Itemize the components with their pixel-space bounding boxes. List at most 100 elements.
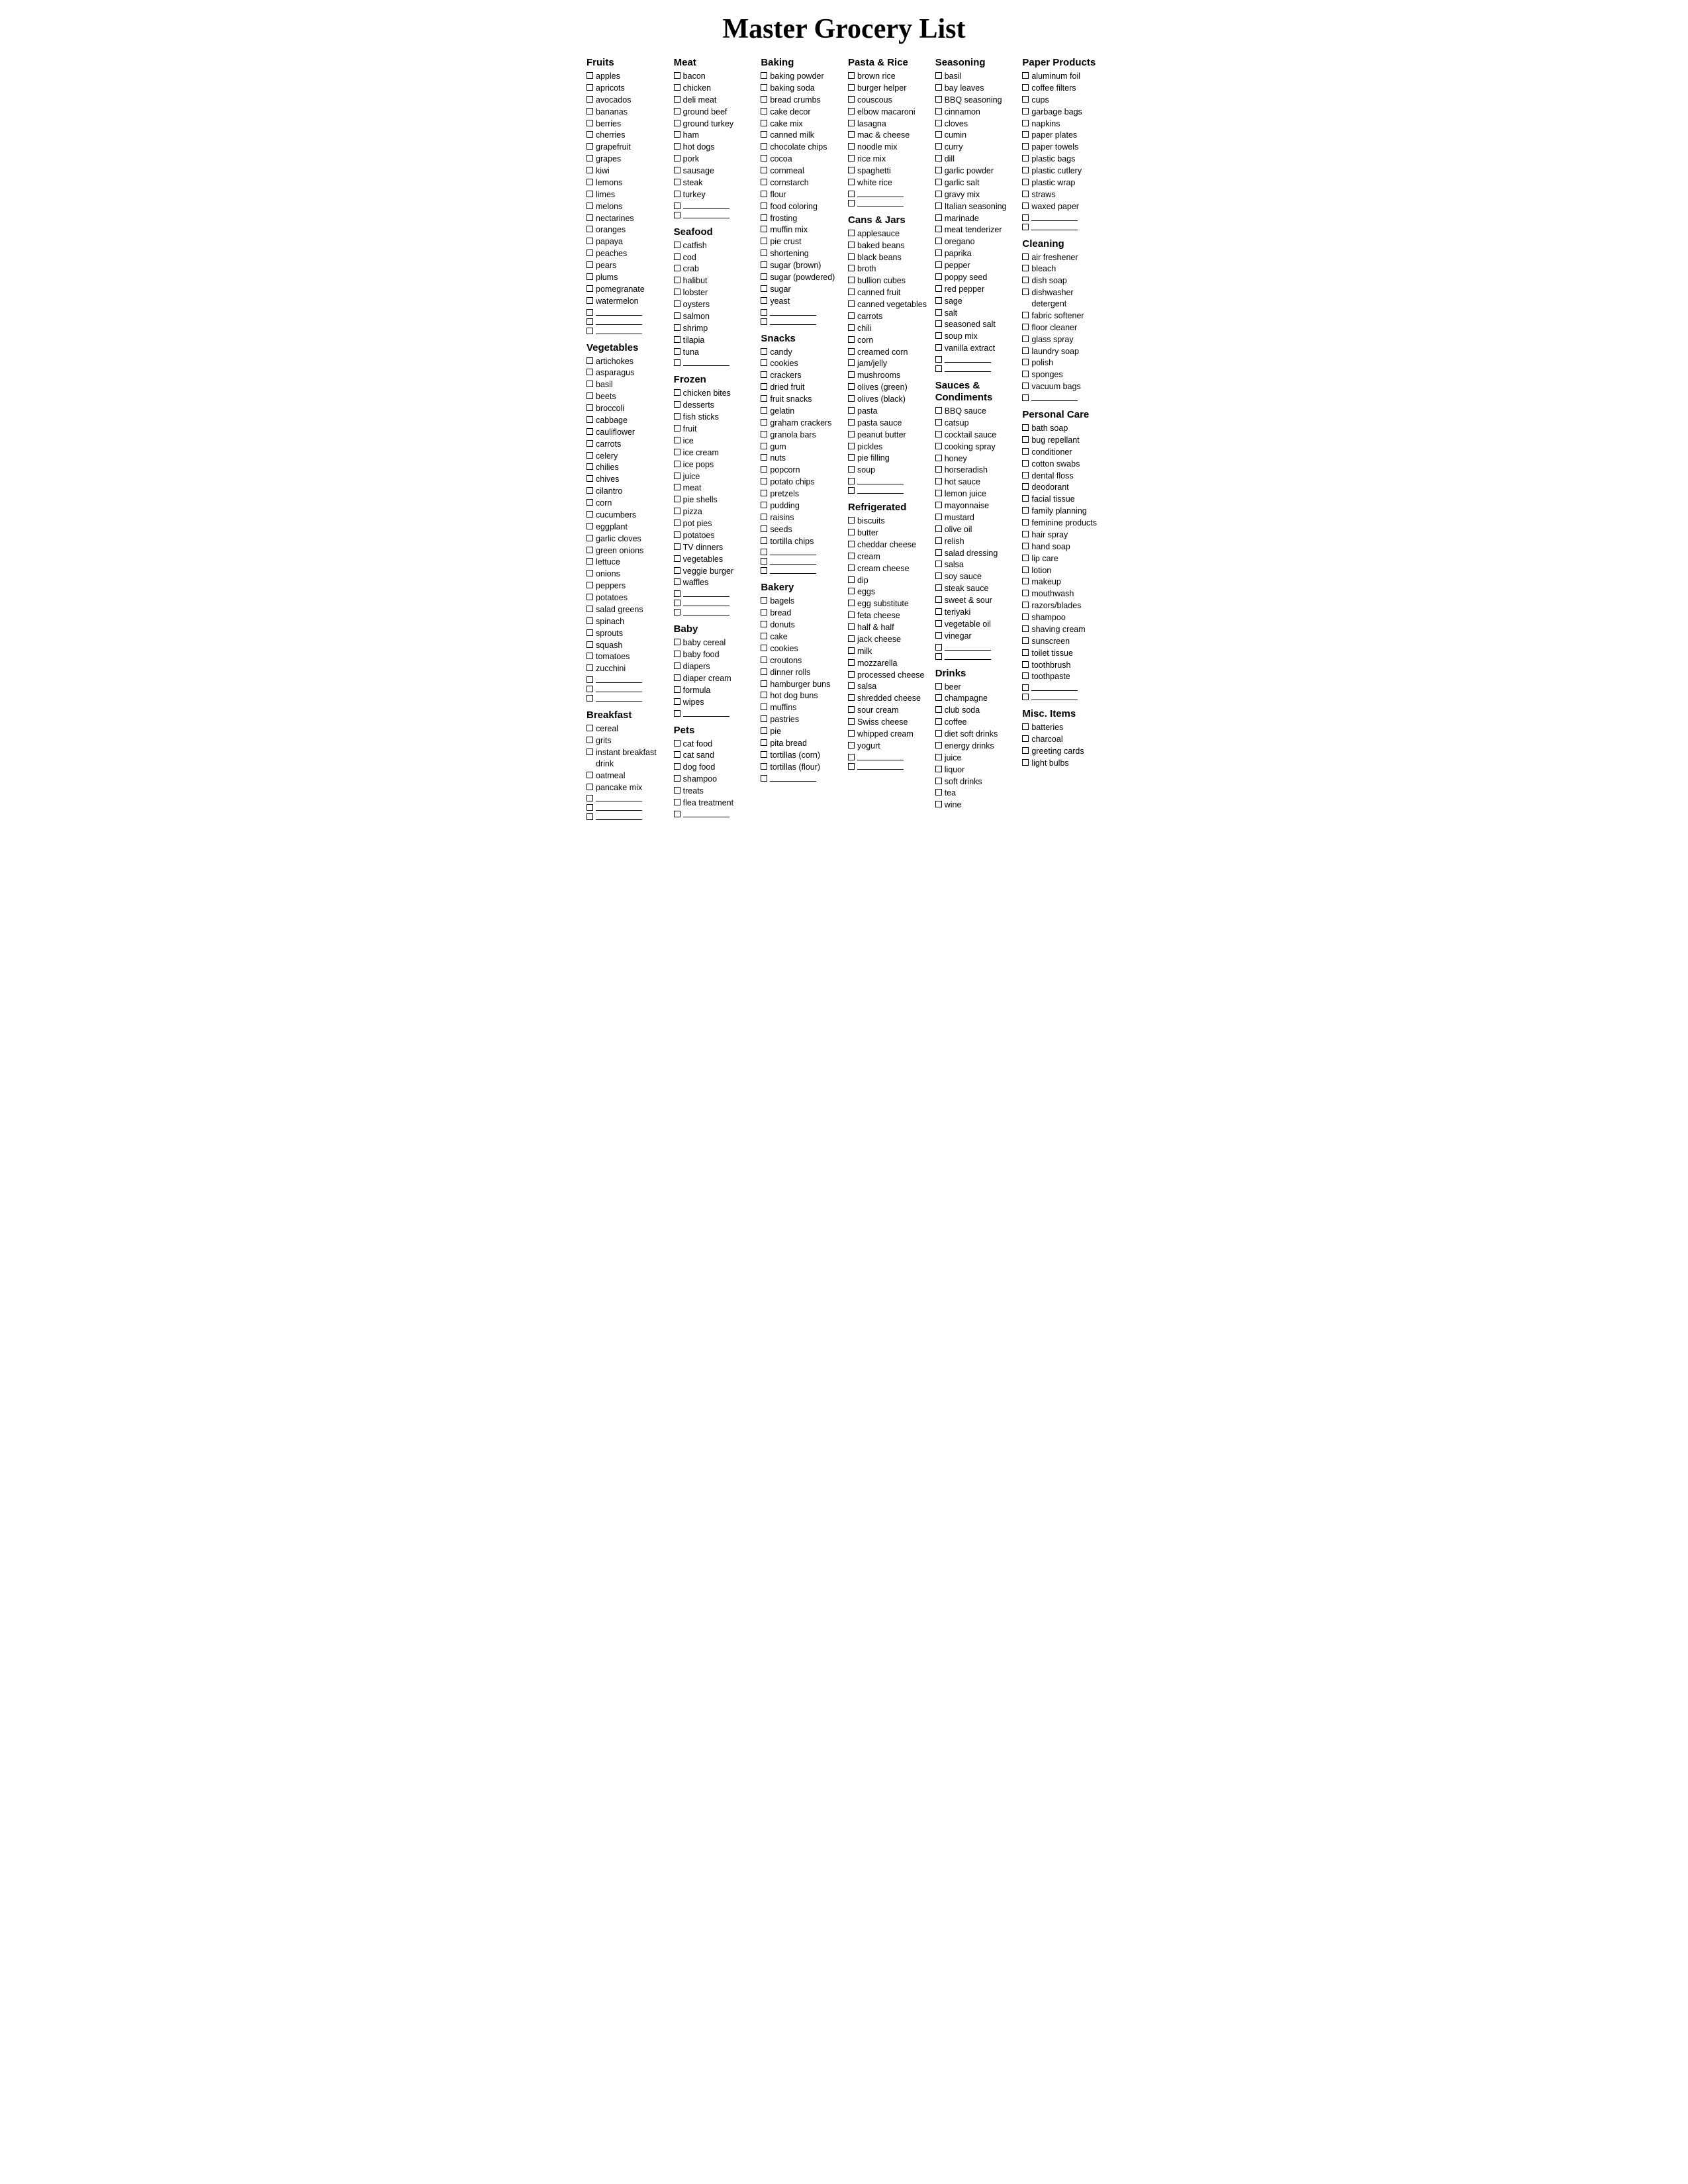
checkbox[interactable] <box>674 520 680 526</box>
checkbox[interactable] <box>586 214 593 221</box>
checkbox[interactable] <box>848 383 855 390</box>
checkbox[interactable] <box>586 749 593 755</box>
checkbox[interactable] <box>674 698 680 705</box>
checkbox[interactable] <box>674 120 680 126</box>
checkbox[interactable] <box>935 537 942 544</box>
checkbox[interactable] <box>848 635 855 642</box>
checkbox[interactable] <box>761 407 767 414</box>
checkbox[interactable] <box>674 437 680 443</box>
checkbox[interactable] <box>848 706 855 713</box>
checkbox[interactable] <box>586 297 593 304</box>
checkbox[interactable] <box>935 525 942 532</box>
checkbox[interactable] <box>586 629 593 636</box>
blank-checkbox[interactable] <box>848 200 855 206</box>
checkbox[interactable] <box>848 289 855 295</box>
checkbox[interactable] <box>674 96 680 103</box>
blank-checkbox[interactable] <box>586 804 593 811</box>
checkbox[interactable] <box>935 179 942 185</box>
checkbox[interactable] <box>848 371 855 378</box>
checkbox[interactable] <box>848 443 855 449</box>
checkbox[interactable] <box>935 478 942 484</box>
checkbox[interactable] <box>935 431 942 437</box>
checkbox[interactable] <box>761 226 767 232</box>
checkbox[interactable] <box>674 167 680 173</box>
blank-checkbox[interactable] <box>1022 684 1029 691</box>
checkbox[interactable] <box>674 324 680 331</box>
checkbox[interactable] <box>848 565 855 571</box>
checkbox[interactable] <box>1022 72 1029 79</box>
checkbox[interactable] <box>586 664 593 671</box>
checkbox[interactable] <box>935 742 942 749</box>
checkbox[interactable] <box>761 120 767 126</box>
checkbox[interactable] <box>761 131 767 138</box>
checkbox[interactable] <box>1022 143 1029 150</box>
checkbox[interactable] <box>1022 324 1029 330</box>
checkbox[interactable] <box>848 466 855 473</box>
checkbox[interactable] <box>935 285 942 292</box>
blank-checkbox[interactable] <box>674 600 680 606</box>
checkbox[interactable] <box>586 617 593 624</box>
checkbox[interactable] <box>1022 277 1029 283</box>
checkbox[interactable] <box>586 131 593 138</box>
checkbox[interactable] <box>935 96 942 103</box>
checkbox[interactable] <box>761 238 767 244</box>
checkbox[interactable] <box>674 348 680 355</box>
checkbox[interactable] <box>848 348 855 355</box>
checkbox[interactable] <box>586 357 593 364</box>
checkbox[interactable] <box>674 555 680 562</box>
checkbox[interactable] <box>935 706 942 713</box>
checkbox[interactable] <box>586 404 593 411</box>
checkbox[interactable] <box>586 96 593 103</box>
checkbox[interactable] <box>848 253 855 260</box>
blank-checkbox[interactable] <box>935 644 942 651</box>
checkbox[interactable] <box>761 727 767 734</box>
checkbox[interactable] <box>1022 602 1029 608</box>
checkbox[interactable] <box>848 359 855 366</box>
checkbox[interactable] <box>761 359 767 366</box>
checkbox[interactable] <box>935 466 942 473</box>
checkbox[interactable] <box>848 407 855 414</box>
checkbox[interactable] <box>761 680 767 687</box>
checkbox[interactable] <box>761 383 767 390</box>
blank-checkbox[interactable] <box>1022 214 1029 221</box>
checkbox[interactable] <box>674 131 680 138</box>
checkbox[interactable] <box>761 261 767 268</box>
checkbox[interactable] <box>935 419 942 426</box>
checkbox[interactable] <box>935 730 942 737</box>
checkbox[interactable] <box>761 466 767 473</box>
checkbox[interactable] <box>761 419 767 426</box>
checkbox[interactable] <box>848 395 855 402</box>
checkbox[interactable] <box>674 473 680 479</box>
checkbox[interactable] <box>848 694 855 701</box>
checkbox[interactable] <box>1022 96 1029 103</box>
checkbox[interactable] <box>848 143 855 150</box>
checkbox[interactable] <box>586 772 593 778</box>
blank-checkbox[interactable] <box>848 763 855 770</box>
checkbox[interactable] <box>586 155 593 161</box>
checkbox[interactable] <box>848 300 855 307</box>
checkbox[interactable] <box>1022 424 1029 431</box>
checkbox[interactable] <box>848 682 855 689</box>
checkbox[interactable] <box>935 632 942 639</box>
checkbox[interactable] <box>674 265 680 271</box>
checkbox[interactable] <box>586 606 593 612</box>
checkbox[interactable] <box>848 179 855 185</box>
checkbox[interactable] <box>761 297 767 304</box>
checkbox[interactable] <box>586 416 593 423</box>
checkbox[interactable] <box>1022 578 1029 584</box>
checkbox[interactable] <box>935 167 942 173</box>
checkbox[interactable] <box>848 265 855 271</box>
checkbox[interactable] <box>761 537 767 544</box>
checkbox[interactable] <box>935 238 942 244</box>
checkbox[interactable] <box>935 572 942 579</box>
checkbox[interactable] <box>935 250 942 256</box>
checkbox[interactable] <box>761 285 767 292</box>
checkbox[interactable] <box>1022 747 1029 754</box>
checkbox[interactable] <box>586 179 593 185</box>
checkbox[interactable] <box>935 608 942 615</box>
checkbox[interactable] <box>935 801 942 807</box>
checkbox[interactable] <box>674 651 680 657</box>
checkbox[interactable] <box>935 214 942 221</box>
blank-checkbox[interactable] <box>674 710 680 717</box>
checkbox[interactable] <box>761 203 767 209</box>
